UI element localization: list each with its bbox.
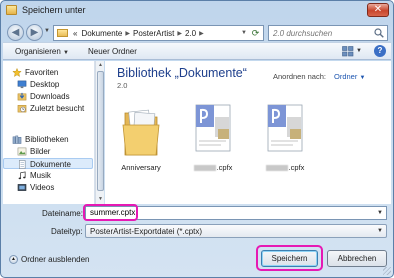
window-title: Speichern unter: [22, 5, 86, 15]
search-input[interactable]: [273, 29, 368, 38]
arrange-by-value: Ordner: [334, 72, 358, 81]
file-name-row: .cpfx: [177, 163, 249, 172]
address-dropdown[interactable]: ▼: [241, 30, 247, 36]
nav-item-label: Desktop: [30, 80, 60, 89]
chevron-right-icon[interactable]: ▶: [177, 30, 182, 37]
documents-icon: [19, 160, 26, 169]
filetype-select[interactable]: PosterArtist-Exportdatei (*.cptx) ▼: [85, 224, 387, 238]
chevron-down-icon: ▼: [377, 228, 383, 234]
nav-favorites-label: Favoriten: [25, 68, 59, 77]
address-bar[interactable]: « Dokumente ▶ PosterArtist ▶ 2.0 ▶ ▼ ⟳: [53, 25, 264, 41]
nav-item-downloads[interactable]: Downloads: [3, 91, 93, 102]
chevron-down-icon: ▼: [63, 50, 69, 56]
nav-libraries-label: Bibliotheken: [25, 135, 69, 144]
videos-icon: [17, 184, 27, 191]
highlight-frame: [256, 245, 323, 271]
nav-item-label: Dokumente: [30, 160, 71, 169]
blurred-name: [265, 165, 288, 172]
libraries-icon: [12, 135, 22, 144]
downloads-icon: [17, 92, 27, 101]
desktop-icon: [17, 80, 27, 89]
filename-label: Dateiname:: [42, 209, 83, 218]
hide-folders-label: Ordner ausblenden: [21, 255, 90, 264]
highlight-frame: [83, 204, 138, 221]
nav-item-label: Bilder: [30, 147, 51, 156]
music-icon: [18, 171, 26, 180]
organize-menu[interactable]: Organisieren ▼: [15, 47, 69, 56]
file-name: .cpfx: [288, 163, 305, 172]
scroll-thumb[interactable]: [97, 71, 104, 191]
nav-item-recent[interactable]: Zuletzt besucht: [3, 103, 93, 114]
breadcrumb-dokumente[interactable]: Dokumente: [81, 29, 122, 38]
library-subtitle: 2.0: [117, 81, 128, 90]
chevron-right-icon[interactable]: ▶: [125, 30, 130, 37]
cancel-button[interactable]: Abbrechen: [327, 250, 387, 267]
nav-item-musik[interactable]: Musik: [3, 170, 93, 181]
chevron-up-icon: ▲: [9, 255, 18, 265]
forward-button[interactable]: ▶: [26, 24, 43, 41]
filetype-value: PosterArtist-Exportdatei (*.cptx): [90, 227, 203, 236]
file-item-folder[interactable]: Anniversary: [105, 103, 177, 173]
nav-favorites[interactable]: Favoriten: [3, 67, 93, 78]
file-name: .cpfx: [216, 163, 233, 172]
hide-folders-toggle[interactable]: ▲ Ordner ausblenden: [9, 255, 90, 265]
save-as-dialog: Speichern unter ✕ ◀ ▶ ▼ « Dokumente ▶ Po…: [0, 0, 394, 278]
title-bar[interactable]: Speichern unter ✕: [1, 1, 393, 20]
chevron-down-icon[interactable]: ▼: [377, 210, 383, 216]
nav-item-label: Musik: [30, 171, 51, 180]
chevron-down-icon: ▼: [359, 75, 366, 81]
chevron-down-icon[interactable]: ▼: [356, 48, 362, 54]
nav-item-label: Videos: [30, 183, 55, 192]
scroll-up-icon[interactable]: ▲: [96, 61, 105, 70]
file-item-cpfx[interactable]: .cpfx: [249, 103, 321, 173]
file-list-pane: Bibliothek „Dokumente“ 2.0 Anordnen nach…: [105, 61, 391, 204]
breadcrumb-posterartist[interactable]: PosterArtist: [133, 29, 174, 38]
library-title: Bibliothek „Dokumente“: [117, 66, 247, 80]
file-item-cpfx[interactable]: .cpfx: [177, 103, 249, 173]
folder-icon: [57, 29, 68, 37]
navigation-scrollbar[interactable]: ▲ ▼: [95, 61, 104, 204]
new-folder-button[interactable]: Neuer Ordner: [88, 47, 137, 56]
arrow-left-icon: ◀: [11, 27, 20, 38]
view-options-icon[interactable]: [342, 46, 354, 57]
resize-grip[interactable]: [383, 267, 391, 275]
nav-item-bilder[interactable]: Bilder: [3, 146, 93, 157]
back-button[interactable]: ◀: [7, 24, 24, 41]
arrange-by-dropdown[interactable]: Ordner ▼: [334, 72, 365, 81]
nav-item-desktop[interactable]: Desktop: [3, 79, 93, 90]
nav-item-dokumente[interactable]: Dokumente: [3, 158, 93, 169]
arrange-by-label: Anordnen nach:: [273, 72, 326, 81]
breadcrumb-overflow[interactable]: «: [73, 29, 77, 38]
breadcrumb-2-0[interactable]: 2.0: [185, 29, 196, 38]
pictures-icon: [17, 147, 27, 156]
search-box[interactable]: [268, 25, 388, 41]
close-button[interactable]: ✕: [367, 3, 389, 17]
chevron-right-icon[interactable]: ▶: [199, 30, 204, 37]
star-icon: [12, 68, 22, 77]
poster-document-icon: [267, 104, 303, 152]
nav-libraries[interactable]: Bibliotheken: [3, 134, 93, 145]
nav-item-label: Downloads: [30, 92, 70, 101]
help-icon[interactable]: ?: [374, 45, 386, 57]
folder-icon: [6, 5, 17, 15]
recent-places-icon: [17, 105, 27, 113]
organize-label: Organisieren: [15, 47, 61, 56]
nav-item-label: Zuletzt besucht: [30, 104, 85, 113]
refresh-icon[interactable]: ⟳: [250, 28, 261, 39]
navigation-pane: Favoriten Desktop Downloads Zuletzt besu…: [3, 61, 95, 204]
filetype-label: Dateityp:: [51, 227, 83, 236]
scroll-down-icon[interactable]: ▼: [96, 195, 105, 204]
blurred-name: [193, 165, 216, 172]
file-name: Anniversary: [121, 163, 161, 172]
search-icon[interactable]: [374, 28, 384, 38]
poster-document-icon: [195, 104, 231, 152]
recent-locations-dropdown[interactable]: ▼: [44, 28, 50, 34]
folder-icon: [122, 109, 160, 156]
arrow-right-icon: ▶: [30, 27, 39, 38]
file-name-row: .cpfx: [249, 163, 321, 172]
nav-item-videos[interactable]: Videos: [3, 182, 93, 193]
toolbar: Organisieren ▼ Neuer Ordner ▼ ?: [3, 42, 391, 60]
